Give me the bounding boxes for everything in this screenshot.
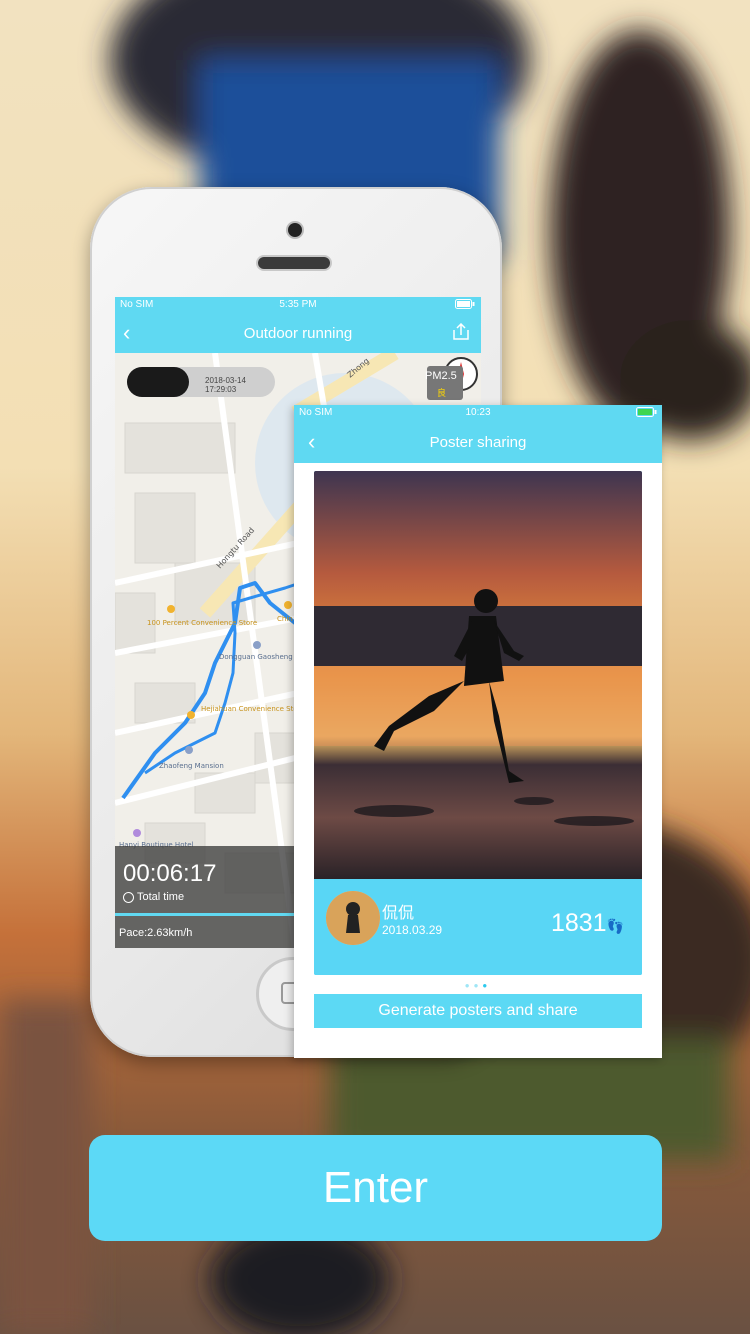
enter-button[interactable]: Enter [89,1135,662,1241]
camera-icon [288,223,302,237]
map-poi-label: Hejiahuan Convenience Store [201,705,305,713]
clock-label: 10:23 [465,407,491,418]
pace-value: Pace:2.63km/h [119,927,193,939]
stopwatch-icon [123,892,134,903]
nav-bar: ‹ Outdoor running [115,312,481,353]
footprint-icon: 👣 [606,918,624,934]
poster-info: 侃侃 2018.03.29 1831👣 [314,879,642,975]
hotel-icon [133,829,141,837]
poster-date: 2018.03.29 [382,923,443,937]
map-poi-label: 100 Percent Convenience Store [147,619,257,627]
battery-icon [455,299,475,312]
pm-label: PM2.5 [425,370,457,382]
generate-share-button[interactable]: Generate posters and share [314,994,642,1028]
store-icon [284,601,292,609]
runner-photo [314,471,642,879]
status-bar: No SIM 5:35 PM [115,297,481,312]
duration-value: 00:06:17 [123,860,217,887]
avatar [326,891,380,945]
poster-screen: No SIM 10:23 ‹ Poster sharing 侃侃 2018.03… [294,405,662,1058]
nav-bar: ‹ Poster sharing [294,421,662,463]
timestamp-label: 2018-03-14 17:29:03 [205,376,246,394]
user-name: 侃侃 [382,905,415,922]
duration-label: Total time [137,891,185,903]
building-icon [185,746,193,754]
building-icon [253,641,261,649]
timestamp-pill: 2018-03-14 17:29:03 [127,367,275,397]
page-title: Outdoor running [243,325,353,342]
clock-label: 5:35 PM [279,299,317,310]
air-quality-widget[interactable]: PM2.5 良 [421,356,479,402]
battery-icon [636,407,658,420]
poster-card[interactable]: 侃侃 2018.03.29 1831👣 [314,471,642,975]
store-icon [187,711,195,719]
share-icon[interactable] [451,322,471,346]
speaker-icon [258,257,330,269]
page-title: Poster sharing [429,434,527,451]
store-icon [167,605,175,613]
step-count: 1831👣 [550,909,624,937]
status-bar: No SIM 10:23 [294,405,662,421]
page-indicator: ●●● [464,981,492,990]
map-poi-label: Zhaofeng Mansion [159,762,224,770]
pm-quality: 良 [437,388,447,398]
